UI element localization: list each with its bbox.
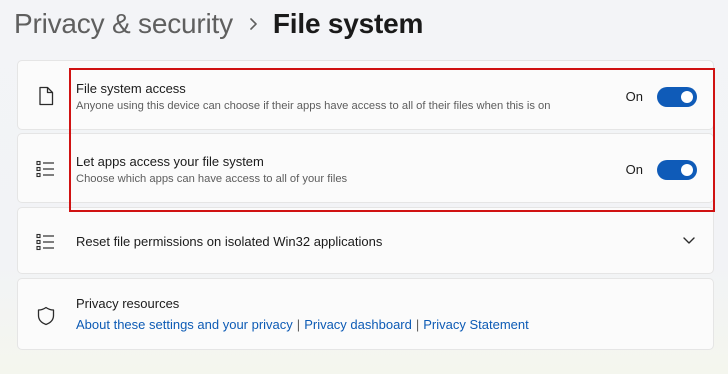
settings-page: Privacy & security File system File syst… xyxy=(0,0,728,374)
link-privacy-statement[interactable]: Privacy Statement xyxy=(423,317,529,332)
page-title: File system xyxy=(272,8,424,39)
toggle-knob xyxy=(681,91,693,103)
list-icon xyxy=(34,230,58,254)
privacy-links: About these settings and your privacy | Pr… xyxy=(76,317,529,332)
document-icon xyxy=(34,84,58,108)
setting-reset-file-permissions[interactable]: Reset file permissions on isolated Win32… xyxy=(17,207,714,274)
link-about-settings-privacy[interactable]: About these settings and your privacy xyxy=(76,317,293,332)
list-icon xyxy=(34,157,58,181)
shield-icon xyxy=(34,304,58,328)
setting-description: Choose which apps can have access to all… xyxy=(76,173,348,185)
chevron-right-icon xyxy=(233,6,273,42)
setting-let-apps-access: Let apps access your file system Choose … xyxy=(17,133,714,203)
setting-title: File system access xyxy=(76,81,186,96)
privacy-resources-title: Privacy resources xyxy=(76,296,180,311)
toggle-state-label: On xyxy=(625,162,643,177)
setting-title: Reset file permissions on isolated Win32… xyxy=(76,234,383,249)
link-separator: | xyxy=(296,317,301,332)
toggle-knob xyxy=(681,164,693,176)
breadcrumb: Privacy & security File system xyxy=(14,6,423,42)
privacy-resources-card: Privacy resources About these settings a… xyxy=(17,278,714,350)
breadcrumb-parent[interactable]: Privacy & security xyxy=(14,8,233,40)
chevron-down-icon[interactable] xyxy=(681,232,697,248)
setting-title: Let apps access your file system xyxy=(76,154,264,169)
setting-file-system-access: File system access Anyone using this dev… xyxy=(17,60,714,130)
file-system-access-toggle[interactable] xyxy=(657,87,697,107)
setting-description: Anyone using this device can choose if t… xyxy=(76,100,551,112)
toggle-state-label: On xyxy=(625,89,643,104)
link-privacy-dashboard[interactable]: Privacy dashboard xyxy=(304,317,412,332)
let-apps-access-toggle[interactable] xyxy=(657,160,697,180)
link-separator: | xyxy=(415,317,420,332)
